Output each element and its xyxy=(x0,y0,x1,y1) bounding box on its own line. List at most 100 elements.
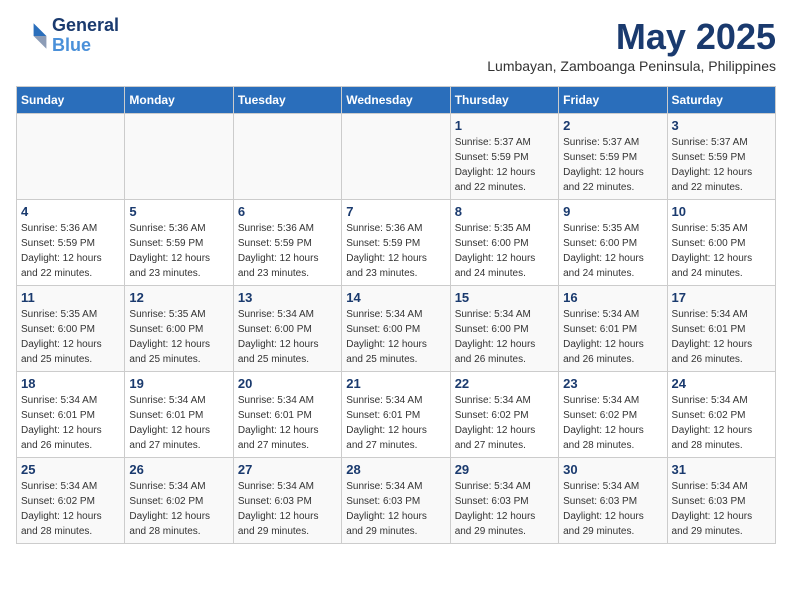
day-info: Sunrise: 5:37 AM Sunset: 5:59 PM Dayligh… xyxy=(455,135,554,195)
calendar-cell: 24 Sunrise: 5:34 AM Sunset: 6:02 PM Dayli… xyxy=(667,372,775,458)
day-number: 12 xyxy=(129,290,228,305)
day-info: Sunrise: 5:37 AM Sunset: 5:59 PM Dayligh… xyxy=(672,135,771,195)
day-number: 3 xyxy=(672,118,771,133)
day-info: Sunrise: 5:34 AM Sunset: 6:01 PM Dayligh… xyxy=(346,393,445,453)
calendar-cell: 23Sunrise: 5:34 AM Sunset: 6:02 PM Dayli… xyxy=(559,372,667,458)
day-info: Sunrise: 5:34 AM Sunset: 6:01 PM Dayligh… xyxy=(238,393,337,453)
day-info: Sunrise: 5:34 AM Sunset: 6:03 PM Dayligh… xyxy=(238,479,337,539)
month-title: May 2025 xyxy=(487,16,776,58)
day-number: 4 xyxy=(21,204,120,219)
calendar-cell: 8 Sunrise: 5:35 AM Sunset: 6:00 PM Daylig… xyxy=(450,200,558,286)
calendar-cell: 15Sunrise: 5:34 AM Sunset: 6:00 PM Dayli… xyxy=(450,286,558,372)
calendar-cell: 31Sunrise: 5:34 AM Sunset: 6:03 PM Dayli… xyxy=(667,458,775,544)
day-info: Sunrise: 5:36 AM Sunset: 5:59 PM Dayligh… xyxy=(129,221,228,281)
day-number: 19 xyxy=(129,376,228,391)
day-info: Sunrise: 5:34 AM Sunset: 6:00 PM Dayligh… xyxy=(238,307,337,367)
day-number: 30 xyxy=(563,462,662,477)
week-row-1: 1 Sunrise: 5:37 AM Sunset: 5:59 PM Daylig… xyxy=(17,114,776,200)
day-info: Sunrise: 5:35 AM Sunset: 6:00 PM Dayligh… xyxy=(672,221,771,281)
calendar-cell: 21Sunrise: 5:34 AM Sunset: 6:01 PM Dayli… xyxy=(342,372,450,458)
day-header-saturday: Saturday xyxy=(667,87,775,114)
day-number: 16 xyxy=(563,290,662,305)
day-info: Sunrise: 5:35 AM Sunset: 6:00 PM Dayligh… xyxy=(21,307,120,367)
day-header-tuesday: Tuesday xyxy=(233,87,341,114)
calendar-cell: 10 Sunrise: 5:35 AM Sunset: 6:00 PM Dayli… xyxy=(667,200,775,286)
week-row-2: 4 Sunrise: 5:36 AM Sunset: 5:59 PM Daylig… xyxy=(17,200,776,286)
calendar-cell: 19 Sunrise: 5:34 AM Sunset: 6:01 PM Dayli… xyxy=(125,372,233,458)
day-number: 18 xyxy=(21,376,120,391)
week-row-3: 11 Sunrise: 5:35 AM Sunset: 6:00 PM Dayli… xyxy=(17,286,776,372)
day-number: 10 xyxy=(672,204,771,219)
day-info: Sunrise: 5:36 AM Sunset: 5:59 PM Dayligh… xyxy=(346,221,445,281)
day-number: 27 xyxy=(238,462,337,477)
header-row: SundayMondayTuesdayWednesdayThursdayFrid… xyxy=(17,87,776,114)
day-header-friday: Friday xyxy=(559,87,667,114)
day-number: 6 xyxy=(238,204,337,219)
calendar-cell: 26Sunrise: 5:34 AM Sunset: 6:02 PM Dayli… xyxy=(125,458,233,544)
calendar-cell: 13Sunrise: 5:34 AM Sunset: 6:00 PM Dayli… xyxy=(233,286,341,372)
day-number: 20 xyxy=(238,376,337,391)
calendar-cell: 27 Sunrise: 5:34 AM Sunset: 6:03 PM Dayli… xyxy=(233,458,341,544)
calendar-cell xyxy=(342,114,450,200)
day-number: 7 xyxy=(346,204,445,219)
day-info: Sunrise: 5:35 AM Sunset: 6:00 PM Dayligh… xyxy=(563,221,662,281)
day-header-monday: Monday xyxy=(125,87,233,114)
day-info: Sunrise: 5:34 AM Sunset: 6:03 PM Dayligh… xyxy=(346,479,445,539)
day-info: Sunrise: 5:36 AM Sunset: 5:59 PM Dayligh… xyxy=(21,221,120,281)
day-header-thursday: Thursday xyxy=(450,87,558,114)
day-info: Sunrise: 5:34 AM Sunset: 6:02 PM Dayligh… xyxy=(672,393,771,453)
calendar-cell: 6 Sunrise: 5:36 AM Sunset: 5:59 PM Daylig… xyxy=(233,200,341,286)
logo: General Blue xyxy=(16,16,119,56)
day-info: Sunrise: 5:35 AM Sunset: 6:00 PM Dayligh… xyxy=(129,307,228,367)
day-number: 26 xyxy=(129,462,228,477)
day-number: 22 xyxy=(455,376,554,391)
day-number: 5 xyxy=(129,204,228,219)
calendar-cell: 29 Sunrise: 5:34 AM Sunset: 6:03 PM Dayli… xyxy=(450,458,558,544)
day-number: 24 xyxy=(672,376,771,391)
calendar-cell: 7 Sunrise: 5:36 AM Sunset: 5:59 PM Daylig… xyxy=(342,200,450,286)
calendar-cell: 12 Sunrise: 5:35 AM Sunset: 6:00 PM Dayli… xyxy=(125,286,233,372)
location-subtitle: Lumbayan, Zamboanga Peninsula, Philippin… xyxy=(487,58,776,74)
day-info: Sunrise: 5:34 AM Sunset: 6:01 PM Dayligh… xyxy=(21,393,120,453)
calendar-cell xyxy=(125,114,233,200)
day-number: 29 xyxy=(455,462,554,477)
day-info: Sunrise: 5:37 AM Sunset: 5:59 PM Dayligh… xyxy=(563,135,662,195)
calendar-cell: 3 Sunrise: 5:37 AM Sunset: 5:59 PM Daylig… xyxy=(667,114,775,200)
calendar-cell: 30Sunrise: 5:34 AM Sunset: 6:03 PM Dayli… xyxy=(559,458,667,544)
calendar-cell xyxy=(17,114,125,200)
day-info: Sunrise: 5:34 AM Sunset: 6:01 PM Dayligh… xyxy=(129,393,228,453)
calendar-cell: 18 Sunrise: 5:34 AM Sunset: 6:01 PM Dayli… xyxy=(17,372,125,458)
day-number: 1 xyxy=(455,118,554,133)
week-row-5: 25Sunrise: 5:34 AM Sunset: 6:02 PM Dayli… xyxy=(17,458,776,544)
title-block: May 2025 Lumbayan, Zamboanga Peninsula, … xyxy=(487,16,776,82)
day-number: 9 xyxy=(563,204,662,219)
day-info: Sunrise: 5:34 AM Sunset: 6:01 PM Dayligh… xyxy=(563,307,662,367)
calendar-table: SundayMondayTuesdayWednesdayThursdayFrid… xyxy=(16,86,776,544)
day-number: 14 xyxy=(346,290,445,305)
logo-icon xyxy=(16,20,48,52)
day-number: 15 xyxy=(455,290,554,305)
day-info: Sunrise: 5:34 AM Sunset: 6:01 PM Dayligh… xyxy=(672,307,771,367)
day-header-sunday: Sunday xyxy=(17,87,125,114)
week-row-4: 18 Sunrise: 5:34 AM Sunset: 6:01 PM Dayli… xyxy=(17,372,776,458)
calendar-cell: 1 Sunrise: 5:37 AM Sunset: 5:59 PM Daylig… xyxy=(450,114,558,200)
day-info: Sunrise: 5:34 AM Sunset: 6:02 PM Dayligh… xyxy=(563,393,662,453)
calendar-cell: 4 Sunrise: 5:36 AM Sunset: 5:59 PM Daylig… xyxy=(17,200,125,286)
day-header-wednesday: Wednesday xyxy=(342,87,450,114)
day-info: Sunrise: 5:35 AM Sunset: 6:00 PM Dayligh… xyxy=(455,221,554,281)
day-info: Sunrise: 5:36 AM Sunset: 5:59 PM Dayligh… xyxy=(238,221,337,281)
day-info: Sunrise: 5:34 AM Sunset: 6:03 PM Dayligh… xyxy=(672,479,771,539)
day-number: 17 xyxy=(672,290,771,305)
calendar-cell: 22Sunrise: 5:34 AM Sunset: 6:02 PM Dayli… xyxy=(450,372,558,458)
calendar-cell: 5 Sunrise: 5:36 AM Sunset: 5:59 PM Daylig… xyxy=(125,200,233,286)
day-number: 11 xyxy=(21,290,120,305)
calendar-cell: 20 Sunrise: 5:34 AM Sunset: 6:01 PM Dayli… xyxy=(233,372,341,458)
calendar-cell: 28Sunrise: 5:34 AM Sunset: 6:03 PM Dayli… xyxy=(342,458,450,544)
calendar-cell: 17 Sunrise: 5:34 AM Sunset: 6:01 PM Dayli… xyxy=(667,286,775,372)
logo-text: General Blue xyxy=(52,16,119,56)
day-info: Sunrise: 5:34 AM Sunset: 6:03 PM Dayligh… xyxy=(455,479,554,539)
calendar-cell: 9 Sunrise: 5:35 AM Sunset: 6:00 PM Daylig… xyxy=(559,200,667,286)
calendar-cell: 16 Sunrise: 5:34 AM Sunset: 6:01 PM Dayli… xyxy=(559,286,667,372)
calendar-cell: 14Sunrise: 5:34 AM Sunset: 6:00 PM Dayli… xyxy=(342,286,450,372)
day-number: 8 xyxy=(455,204,554,219)
